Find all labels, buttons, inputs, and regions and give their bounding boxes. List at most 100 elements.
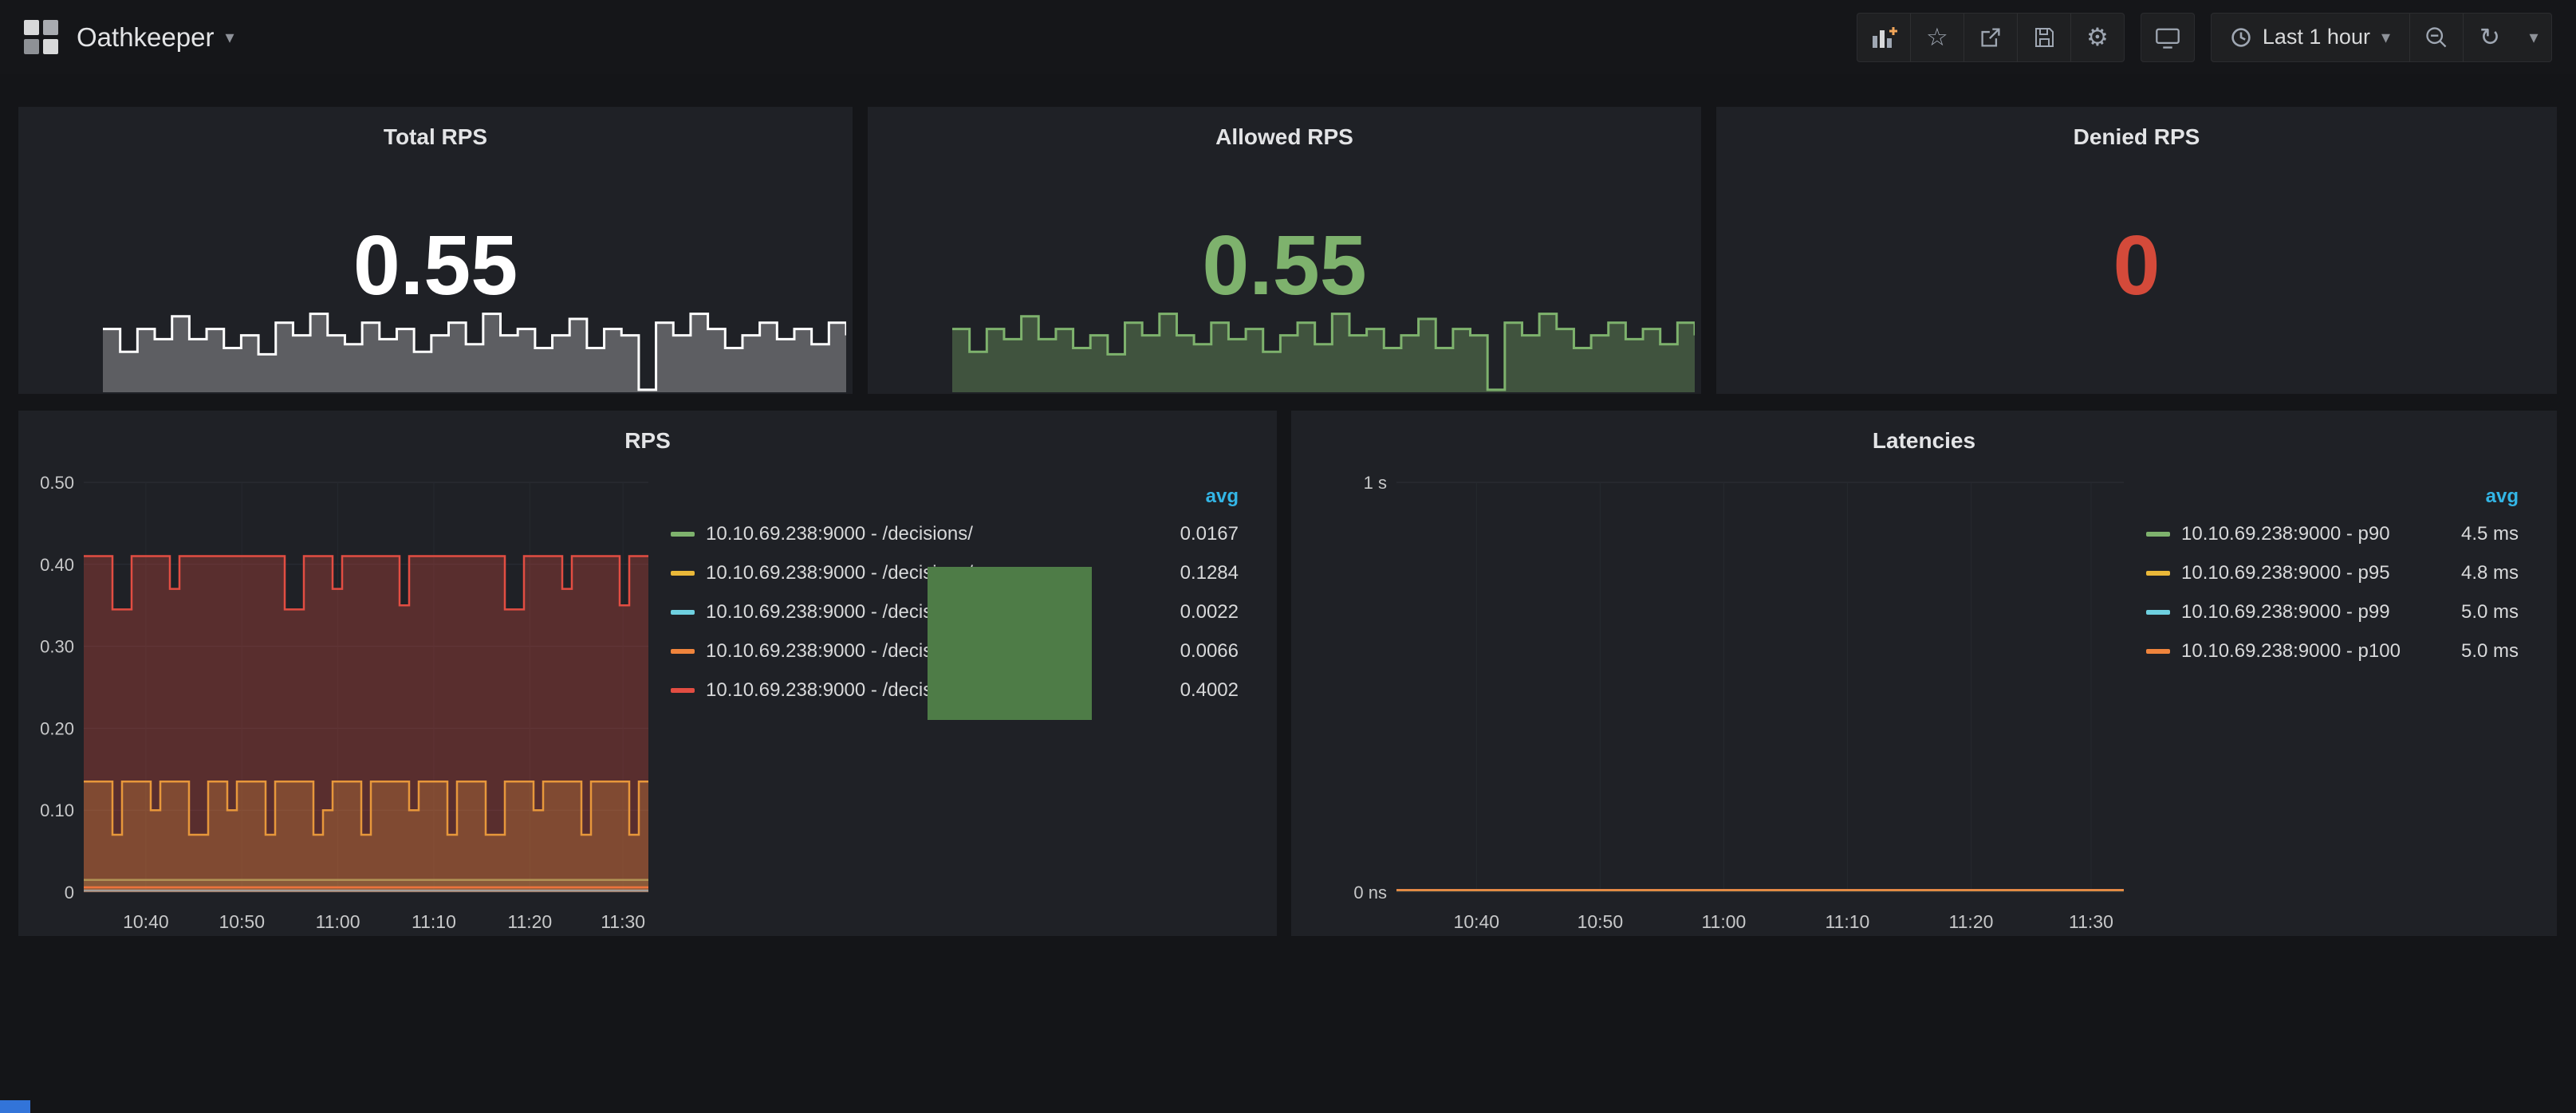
logo-square [24, 39, 39, 54]
panel-denied-rps: Denied RPS 0 [1716, 107, 2557, 394]
svg-text:11:00: 11:00 [316, 911, 360, 932]
svg-text:0.30: 0.30 [40, 637, 74, 657]
chevron-down-icon: ▾ [2381, 27, 2390, 48]
panel-total-rps: Total RPS 0.55 [18, 107, 853, 394]
legend-avg-header: avg [671, 486, 1239, 514]
time-range-label: Last 1 hour [2263, 25, 2370, 49]
dashboard-actions-group: ☆ ⚙ [1857, 13, 2125, 62]
zoom-out-button[interactable] [2410, 13, 2463, 62]
star-dashboard-button[interactable]: ☆ [1911, 13, 1964, 62]
svg-text:11:30: 11:30 [601, 911, 645, 932]
series-color-marker[interactable] [671, 610, 695, 615]
add-panel-button[interactable] [1857, 13, 1910, 62]
svg-text:1 s: 1 s [1364, 473, 1387, 493]
series-color-marker[interactable] [671, 649, 695, 654]
graph-body: 0 ns1 s10:4010:5011:0011:1011:2011:30 av… [1291, 458, 2557, 936]
panel-title[interactable]: Allowed RPS [868, 107, 1701, 150]
navbar-left: Oathkeeper ▾ [24, 20, 234, 55]
legend-avg-header: avg [2146, 486, 2519, 514]
svg-text:11:20: 11:20 [1949, 911, 1994, 932]
grafana-logo[interactable] [24, 20, 59, 55]
stat-value: 0 [1716, 223, 2557, 308]
rps-chart[interactable]: 00.100.200.300.400.5010:4010:5011:0011:1… [18, 458, 663, 936]
svg-text:0.20: 0.20 [40, 718, 74, 738]
dashboard-settings-button[interactable]: ⚙ [2071, 13, 2124, 62]
total-rps-sparkline [103, 293, 846, 392]
series-avg-value: 0.0167 [1164, 523, 1239, 545]
green-overlay-box [928, 567, 1092, 720]
svg-text:0 ns: 0 ns [1353, 883, 1387, 903]
dashboard-title-dropdown[interactable]: Oathkeeper ▾ [77, 22, 234, 53]
zoom-out-icon [2424, 26, 2448, 49]
tv-icon [2155, 26, 2180, 49]
graph-body: 00.100.200.300.400.5010:4010:5011:0011:1… [18, 458, 1277, 936]
share-icon [1979, 26, 2003, 49]
refresh-button[interactable]: ↻ [2464, 13, 2516, 62]
svg-text:11:10: 11:10 [412, 911, 456, 932]
latencies-chart[interactable]: 0 ns1 s10:4010:5011:0011:1011:2011:30 [1291, 458, 2138, 936]
series-color-marker[interactable] [2146, 532, 2170, 537]
chevron-down-icon: ▾ [2529, 27, 2538, 48]
legend-item[interactable]: 10.10.69.238:9000 - p100 5.0 ms [2146, 631, 2519, 671]
chevron-down-icon: ▾ [225, 27, 234, 48]
add-panel-icon [1870, 25, 1897, 50]
legend-item[interactable]: 10.10.69.238:9000 - p95 4.8 ms [2146, 553, 2519, 592]
refresh-interval-dropdown[interactable]: ▾ [2516, 13, 2551, 62]
save-icon [2032, 26, 2056, 49]
series-avg-value: 5.0 ms [2445, 640, 2519, 663]
logo-square [43, 20, 58, 35]
series-avg-value: 4.5 ms [2445, 523, 2519, 545]
share-dashboard-button[interactable] [1964, 13, 2017, 62]
panel-title[interactable]: RPS [18, 411, 1277, 454]
series-color-marker[interactable] [2146, 610, 2170, 615]
svg-text:0.40: 0.40 [40, 555, 74, 575]
panel-allowed-rps: Allowed RPS 0.55 [868, 107, 1701, 394]
series-avg-value: 0.0066 [1164, 640, 1239, 663]
series-label[interactable]: 10.10.69.238:9000 - p95 [2181, 562, 2390, 584]
dashboard-title: Oathkeeper [77, 22, 214, 53]
series-avg-value: 0.1284 [1164, 562, 1239, 584]
svg-text:11:20: 11:20 [507, 911, 552, 932]
series-color-marker[interactable] [671, 532, 695, 537]
legend-item[interactable]: 10.10.69.238:9000 - p90 4.5 ms [2146, 514, 2519, 553]
panel-title[interactable]: Latencies [1291, 411, 2557, 454]
series-avg-value: 0.4002 [1164, 679, 1239, 702]
panel-title[interactable]: Total RPS [18, 107, 853, 150]
panel-rps: RPS 00.100.200.300.400.5010:4010:5011:00… [18, 411, 1277, 936]
rps-legend: avg 10.10.69.238:9000 - /decisions/ 0.01… [663, 458, 1277, 936]
save-dashboard-button[interactable] [2018, 13, 2070, 62]
star-icon: ☆ [1926, 23, 1948, 52]
tv-mode-button[interactable] [2141, 13, 2194, 62]
legend-item[interactable]: 10.10.69.238:9000 - /decisions/ 0.0167 [671, 514, 1239, 553]
legend-item[interactable]: 10.10.69.238:9000 - p99 5.0 ms [2146, 592, 2519, 631]
panel-title[interactable]: Denied RPS [1716, 107, 2557, 150]
series-avg-value: 0.0022 [1164, 601, 1239, 623]
svg-text:11:10: 11:10 [1826, 911, 1870, 932]
view-mode-group [2141, 13, 2195, 62]
series-color-marker[interactable] [671, 688, 695, 693]
series-avg-value: 4.8 ms [2445, 562, 2519, 584]
time-range-picker[interactable]: Last 1 hour ▾ [2212, 13, 2409, 62]
svg-text:0.10: 0.10 [40, 800, 74, 820]
series-label[interactable]: 10.10.69.238:9000 - p99 [2181, 601, 2390, 623]
svg-text:10:40: 10:40 [123, 911, 169, 932]
navbar-right: ☆ ⚙ [1841, 13, 2552, 62]
series-color-marker[interactable] [2146, 649, 2170, 654]
series-color-marker[interactable] [671, 571, 695, 576]
series-label[interactable]: 10.10.69.238:9000 - /decisions/ [706, 523, 973, 545]
logo-square [43, 39, 58, 54]
series-label[interactable]: 10.10.69.238:9000 - p100 [2181, 640, 2401, 663]
svg-text:10:50: 10:50 [219, 911, 265, 932]
series-color-marker[interactable] [2146, 571, 2170, 576]
refresh-icon: ↻ [2479, 23, 2500, 52]
bottom-left-blue-artifact [0, 1100, 30, 1113]
series-avg-value: 5.0 ms [2445, 601, 2519, 623]
allowed-rps-sparkline [952, 293, 1695, 392]
svg-text:10:50: 10:50 [1578, 911, 1624, 932]
logo-square [24, 20, 39, 35]
svg-text:10:40: 10:40 [1454, 911, 1500, 932]
svg-text:0.50: 0.50 [40, 473, 74, 493]
series-label[interactable]: 10.10.69.238:9000 - p90 [2181, 523, 2390, 545]
clock-icon [2231, 27, 2251, 48]
gear-icon: ⚙ [2086, 23, 2109, 52]
